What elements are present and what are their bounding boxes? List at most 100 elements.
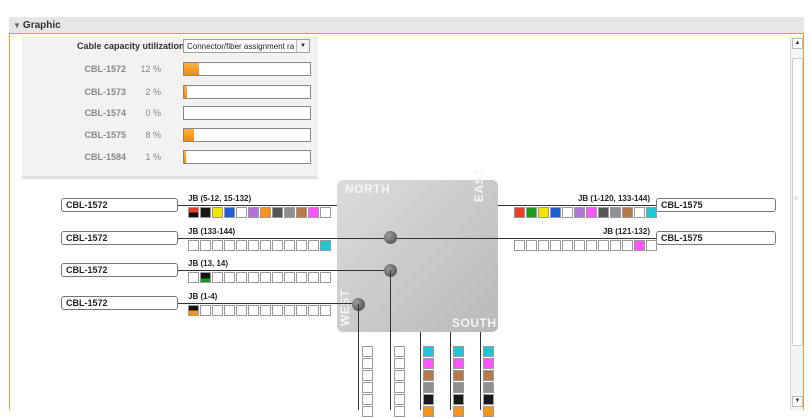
fiber-slot <box>610 240 621 251</box>
fiber-slot <box>550 240 561 251</box>
fiber-slot <box>394 358 405 369</box>
fiber-slot <box>200 272 211 283</box>
fiber-slot <box>394 406 405 417</box>
fiber-slot <box>610 207 621 218</box>
fiber-slot <box>224 207 235 218</box>
fiber-row <box>514 207 658 218</box>
fiber-slot <box>284 207 295 218</box>
fiber-slot <box>622 240 633 251</box>
junction-label: JB (1-120, 133-144) <box>577 194 650 203</box>
cable-box[interactable]: CBL-1575 <box>656 198 776 212</box>
fiber-row <box>188 240 332 251</box>
capacity-bar <box>183 62 311 76</box>
fiber-slot <box>296 240 307 251</box>
app-window: ▼ Graphic ▲ ≡ ▼ Cable capacity utilizatio… <box>0 0 811 417</box>
percent-label: 8 % <box>145 130 161 140</box>
capacity-bar <box>183 85 311 99</box>
fiber-slot <box>453 394 464 405</box>
fiber-slot <box>622 207 633 218</box>
cable-label: CBL-1573 <box>84 87 126 97</box>
fiber-slot <box>453 346 464 357</box>
fiber-slot <box>423 346 434 357</box>
fiber-slot <box>200 240 211 251</box>
fiber-slot <box>483 358 494 369</box>
fiber-slot <box>212 207 223 218</box>
junction-label: JB (1-4) <box>188 292 218 301</box>
fiber-slot <box>224 305 235 316</box>
select-value: Connector/fiber assignment ra <box>187 42 295 51</box>
assignment-select[interactable]: Connector/fiber assignment ra ▼ <box>183 39 310 53</box>
cable-line <box>178 205 337 206</box>
fiber-slot <box>272 240 283 251</box>
fiber-slot <box>296 207 307 218</box>
fiber-slot <box>598 240 609 251</box>
fiber-slot <box>394 394 405 405</box>
grip-icon: ≡ <box>794 196 798 202</box>
triangle-down-icon[interactable]: ▼ <box>13 21 21 30</box>
fiber-slot <box>646 240 657 251</box>
fiber-slot <box>260 207 271 218</box>
cable-box[interactable]: CBL-1572 <box>61 198 178 212</box>
fiber-slot <box>423 394 434 405</box>
cable-label: CBL-1575 <box>84 130 126 140</box>
fiber-slot <box>284 272 295 283</box>
fiber-slot <box>562 207 573 218</box>
scroll-down-icon[interactable]: ▼ <box>792 396 803 407</box>
junction-label: JB (5-12, 15-132) <box>188 194 252 203</box>
cable-box[interactable]: CBL-1572 <box>61 231 178 245</box>
vertical-scrollbar[interactable]: ▲ ≡ ▼ <box>790 36 803 410</box>
fiber-slot <box>248 272 259 283</box>
chevron-down-icon[interactable]: ▼ <box>296 40 309 52</box>
fiber-column <box>394 346 405 418</box>
cable-box[interactable]: CBL-1572 <box>61 296 178 310</box>
fiber-slot <box>423 382 434 393</box>
fiber-slot <box>526 207 537 218</box>
fiber-slot <box>483 394 494 405</box>
cable-label: CBL-1584 <box>84 152 126 162</box>
cable-line <box>390 270 391 410</box>
fiber-slot <box>483 346 494 357</box>
scrollbar-thumb[interactable] <box>792 58 803 346</box>
fiber-slot <box>423 406 434 417</box>
fiber-slot <box>634 240 645 251</box>
fiber-slot <box>284 240 295 251</box>
fiber-slot <box>453 358 464 369</box>
fiber-slot <box>514 240 525 251</box>
capacity-title: Cable capacity utilization <box>77 41 185 51</box>
fiber-slot <box>453 370 464 381</box>
fiber-slot <box>224 240 235 251</box>
cable-box[interactable]: CBL-1572 <box>61 263 178 277</box>
cable-box[interactable]: CBL-1575 <box>656 231 776 245</box>
fiber-slot <box>236 305 247 316</box>
graphic-panel-header[interactable]: ▼ Graphic <box>9 17 804 34</box>
fiber-slot <box>483 382 494 393</box>
fiber-slot <box>212 305 223 316</box>
fiber-slot <box>272 207 283 218</box>
capacity-bar <box>183 150 311 164</box>
fiber-slot <box>248 240 259 251</box>
fiber-slot <box>423 358 434 369</box>
capacity-bar <box>183 106 311 120</box>
fiber-slot <box>598 207 609 218</box>
fiber-slot <box>394 346 405 357</box>
scroll-up-icon[interactable]: ▲ <box>792 38 803 49</box>
direction-east: EAST <box>472 167 486 202</box>
fiber-slot <box>284 305 295 316</box>
cable-line <box>480 332 481 410</box>
fiber-slot <box>394 370 405 381</box>
percent-label: 0 % <box>145 108 161 118</box>
fiber-slot <box>362 370 373 381</box>
fiber-slot <box>586 207 597 218</box>
port-connector[interactable] <box>384 231 397 244</box>
fiber-slot <box>212 240 223 251</box>
cable-line <box>178 303 358 304</box>
fiber-slot <box>260 240 271 251</box>
fiber-slot <box>320 240 331 251</box>
fiber-slot <box>236 207 247 218</box>
fiber-slot <box>188 305 199 316</box>
fiber-slot <box>236 240 247 251</box>
panel-title: Graphic <box>22 20 61 31</box>
cable-label: CBL-1572 <box>84 64 126 74</box>
direction-south: SOUTH <box>452 316 497 330</box>
fiber-slot <box>483 370 494 381</box>
